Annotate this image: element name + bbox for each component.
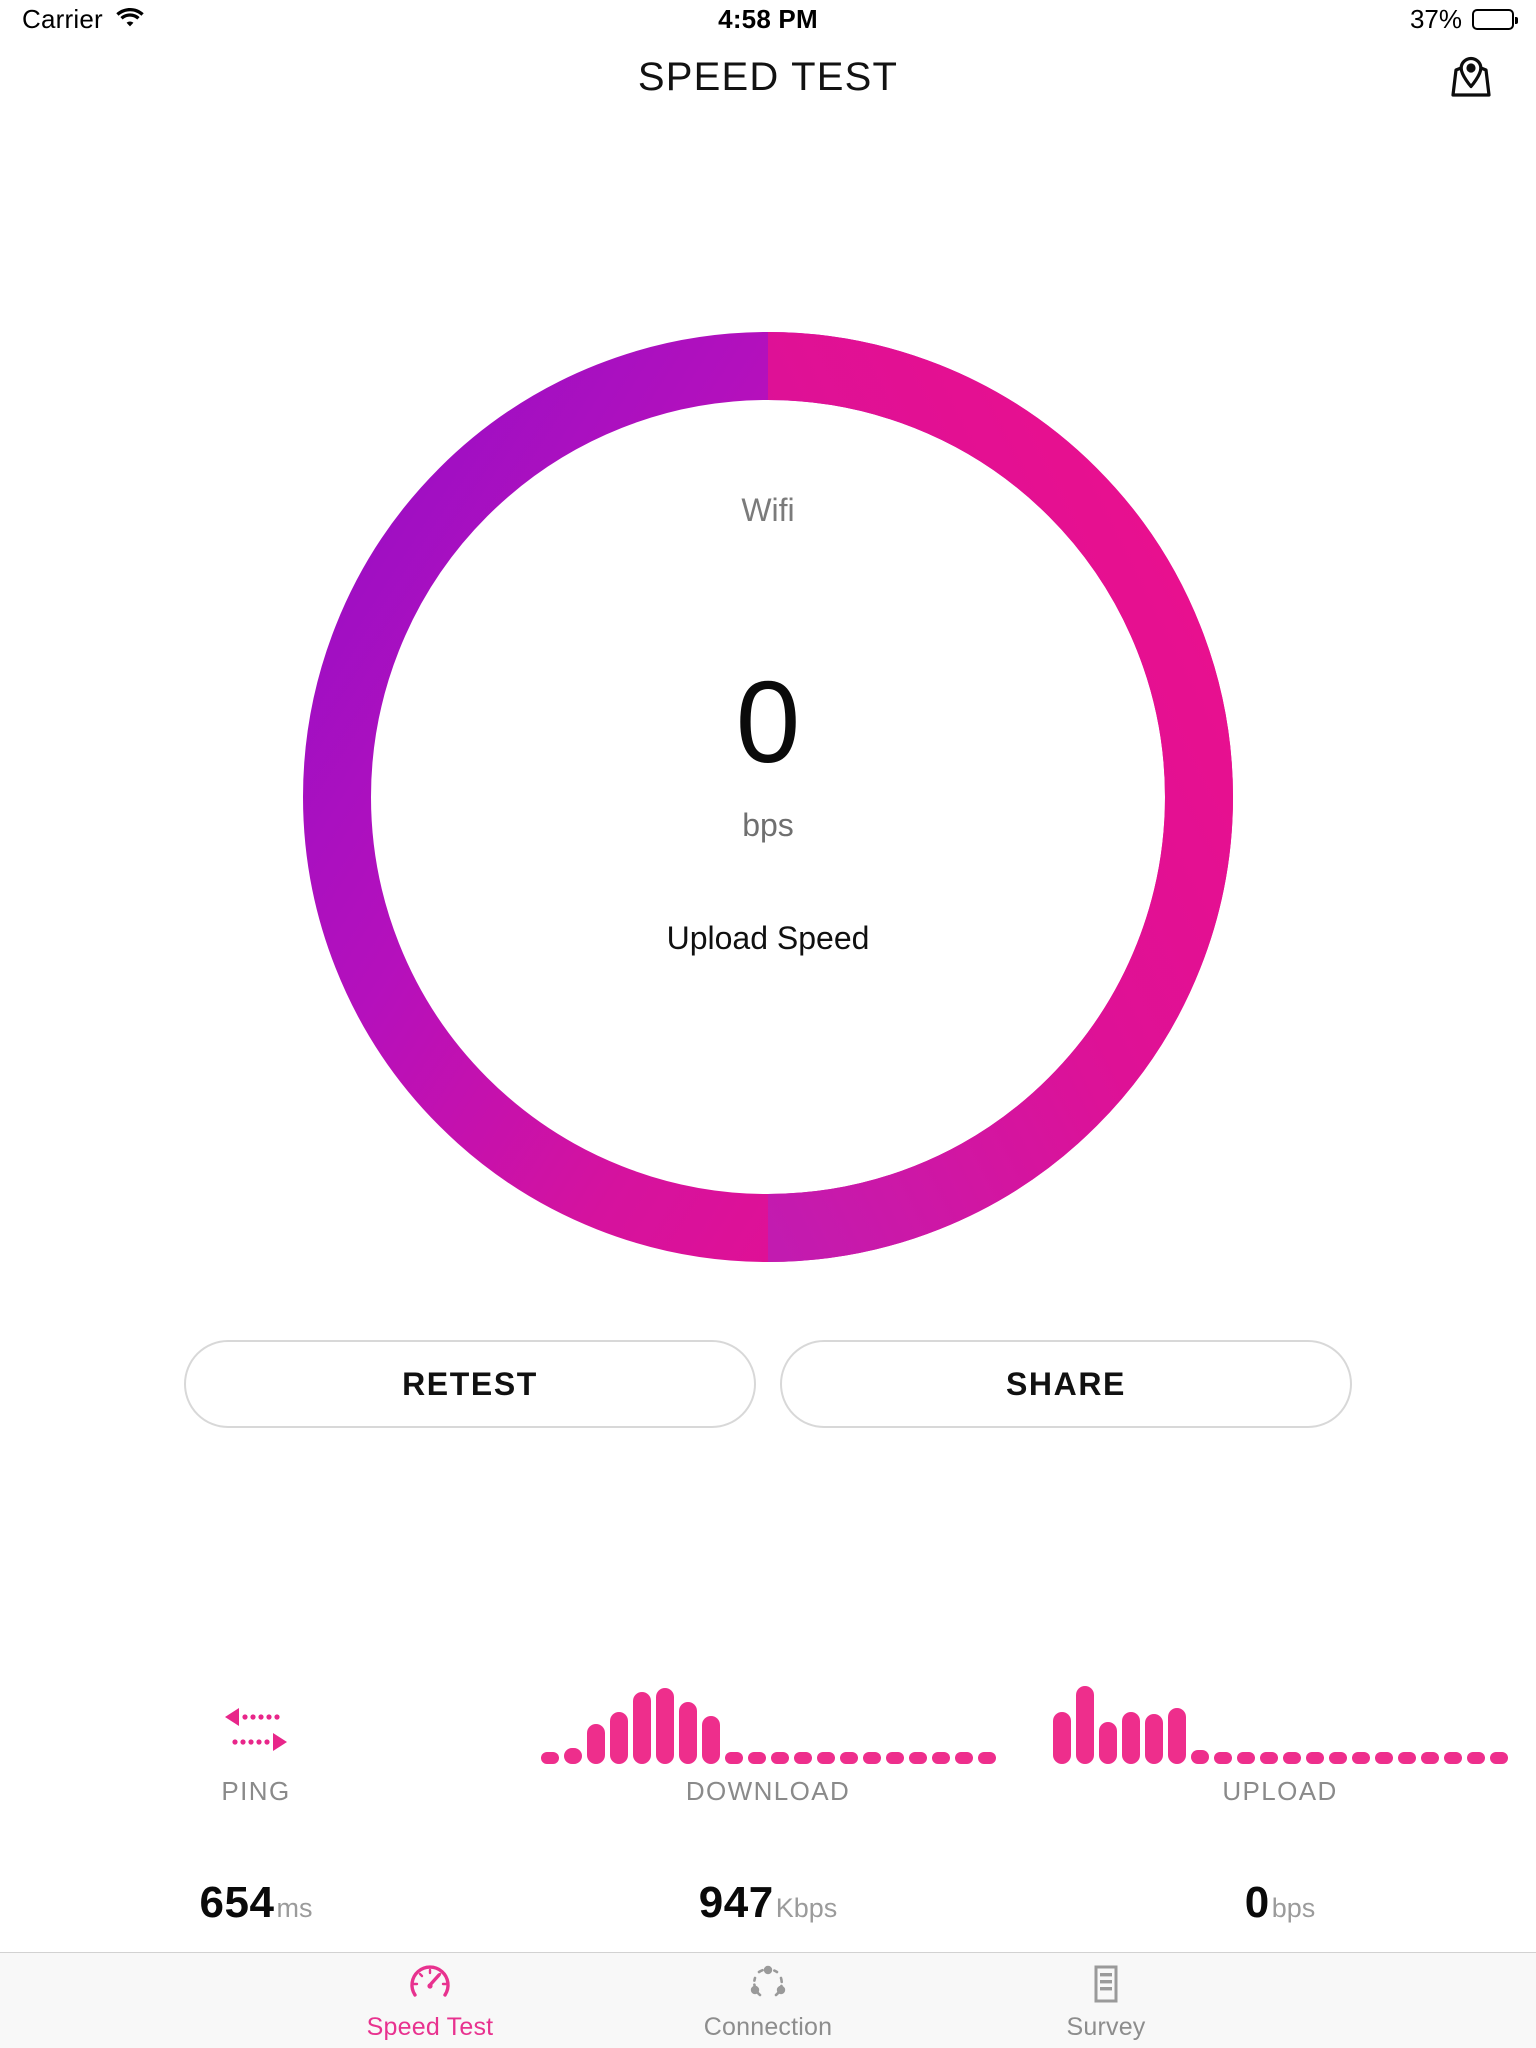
histogram-bar bbox=[724, 1752, 743, 1764]
histogram-bar bbox=[931, 1752, 950, 1764]
histogram-bar bbox=[816, 1752, 835, 1764]
histogram-bar bbox=[1328, 1752, 1347, 1764]
battery-percent-label: 37% bbox=[1409, 3, 1462, 34]
histogram-bar bbox=[1489, 1752, 1508, 1764]
histogram-bar bbox=[770, 1752, 789, 1764]
histogram-bar bbox=[586, 1724, 605, 1764]
histogram-bar bbox=[1305, 1752, 1324, 1764]
ping-value: 654 bbox=[199, 1878, 275, 1927]
network-nodes-icon bbox=[746, 1961, 790, 2007]
metrics-row: PING DOWNLOAD UPLOAD bbox=[0, 1672, 1536, 1832]
status-bar-left: Carrier bbox=[22, 4, 145, 35]
ping-value-unit: ms bbox=[276, 1893, 313, 1923]
histogram-bar bbox=[862, 1752, 881, 1764]
histogram-bar bbox=[563, 1748, 582, 1764]
histogram-bar bbox=[747, 1752, 766, 1764]
histogram-bar bbox=[839, 1752, 858, 1764]
tab-survey[interactable]: Survey bbox=[1011, 1961, 1201, 2048]
tab-speed-test[interactable]: Speed Test bbox=[335, 1961, 525, 2048]
nav-bar: SPEED TEST bbox=[0, 38, 1536, 116]
status-bar-right: 37% bbox=[1409, 0, 1518, 38]
histogram-bar bbox=[1420, 1752, 1439, 1764]
connection-type-label: Wifi bbox=[741, 492, 795, 528]
download-histogram-icon bbox=[540, 1672, 996, 1764]
histogram-bar bbox=[1466, 1752, 1485, 1764]
histogram-bar bbox=[609, 1712, 628, 1764]
histogram-bar bbox=[1282, 1752, 1301, 1764]
upload-bars bbox=[1052, 1672, 1508, 1764]
histogram-bar bbox=[632, 1692, 651, 1764]
tab-bar-items: Speed Test Connection Survey bbox=[0, 1953, 1536, 2048]
ping-arrows-icon bbox=[219, 1672, 293, 1764]
metric-values-row: 654 ms 947 Kbps 0 bps bbox=[0, 1878, 1536, 1948]
histogram-bar bbox=[954, 1752, 973, 1764]
metric-download: DOWNLOAD bbox=[512, 1672, 1024, 1832]
status-bar-center: 4:58 PM bbox=[0, 0, 1536, 38]
download-value-unit: Kbps bbox=[775, 1893, 838, 1923]
gauge-readout: Wifi 0 bps Upload Speed bbox=[303, 332, 1233, 1262]
histogram-bar bbox=[1259, 1752, 1278, 1764]
download-bars bbox=[540, 1672, 996, 1764]
action-buttons: RETEST SHARE bbox=[184, 1340, 1352, 1428]
histogram-bar bbox=[540, 1752, 559, 1764]
download-value-cell: 947 Kbps bbox=[512, 1878, 1024, 1948]
histogram-bar bbox=[977, 1752, 996, 1764]
carrier-label: Carrier bbox=[22, 3, 103, 34]
ping-value-cell: 654 ms bbox=[0, 1878, 512, 1948]
histogram-bar bbox=[1374, 1752, 1393, 1764]
histogram-bar bbox=[1190, 1750, 1209, 1764]
speed-value: 0 bbox=[735, 657, 801, 787]
battery-icon bbox=[1472, 8, 1518, 30]
upload-histogram-icon bbox=[1052, 1672, 1508, 1764]
download-label: DOWNLOAD bbox=[685, 1776, 851, 1806]
retest-button[interactable]: RETEST bbox=[184, 1340, 756, 1428]
download-value: 947 bbox=[698, 1878, 774, 1927]
metric-upload: UPLOAD bbox=[1024, 1672, 1536, 1832]
histogram-bar bbox=[908, 1752, 927, 1764]
histogram-bar bbox=[1351, 1752, 1370, 1764]
share-button[interactable]: SHARE bbox=[780, 1340, 1352, 1428]
tab-label-survey: Survey bbox=[1066, 2013, 1146, 2041]
tab-label-connection: Connection bbox=[703, 2013, 833, 2041]
status-bar: Carrier 4:58 PM 37% bbox=[0, 0, 1536, 38]
histogram-bar bbox=[1121, 1712, 1140, 1764]
speed-unit: bps bbox=[742, 807, 794, 844]
upload-value-unit: bps bbox=[1271, 1893, 1316, 1923]
histogram-bar bbox=[793, 1752, 812, 1764]
histogram-bar bbox=[678, 1702, 697, 1764]
upload-value: 0 bbox=[1244, 1878, 1270, 1927]
speed-phase-label: Upload Speed bbox=[666, 920, 870, 957]
speed-gauge: Wifi 0 bps Upload Speed bbox=[303, 332, 1233, 1262]
histogram-bar bbox=[1052, 1712, 1071, 1764]
gauge-icon bbox=[408, 1961, 452, 2007]
histogram-bar bbox=[1443, 1752, 1462, 1764]
histogram-bar bbox=[1213, 1752, 1232, 1764]
page-title: SPEED TEST bbox=[637, 54, 899, 99]
upload-value-cell: 0 bps bbox=[1024, 1878, 1536, 1948]
tab-bar: Speed Test Connection Survey bbox=[0, 1952, 1536, 2048]
histogram-bar bbox=[1075, 1686, 1094, 1764]
histogram-bar bbox=[885, 1752, 904, 1764]
tab-label-speed-test: Speed Test bbox=[366, 2013, 494, 2041]
wifi-icon bbox=[115, 6, 145, 33]
speed-test-app: Carrier 4:58 PM 37% SPEED TEST Wifi 0 bp… bbox=[0, 0, 1536, 2048]
metric-ping: PING bbox=[0, 1672, 512, 1832]
clock-label: 4:58 PM bbox=[718, 3, 818, 34]
histogram-bar bbox=[1144, 1714, 1163, 1764]
tab-connection[interactable]: Connection bbox=[673, 1961, 863, 2048]
histogram-bar bbox=[1397, 1752, 1416, 1764]
histogram-bar bbox=[1236, 1752, 1255, 1764]
map-pin-icon[interactable] bbox=[1440, 46, 1502, 108]
upload-label: UPLOAD bbox=[1222, 1776, 1338, 1806]
ping-label: PING bbox=[221, 1776, 291, 1806]
histogram-bar bbox=[1167, 1708, 1186, 1764]
histogram-bar bbox=[1098, 1722, 1117, 1764]
histogram-bar bbox=[701, 1716, 720, 1764]
document-lines-icon bbox=[1084, 1961, 1128, 2007]
histogram-bar bbox=[655, 1688, 674, 1764]
